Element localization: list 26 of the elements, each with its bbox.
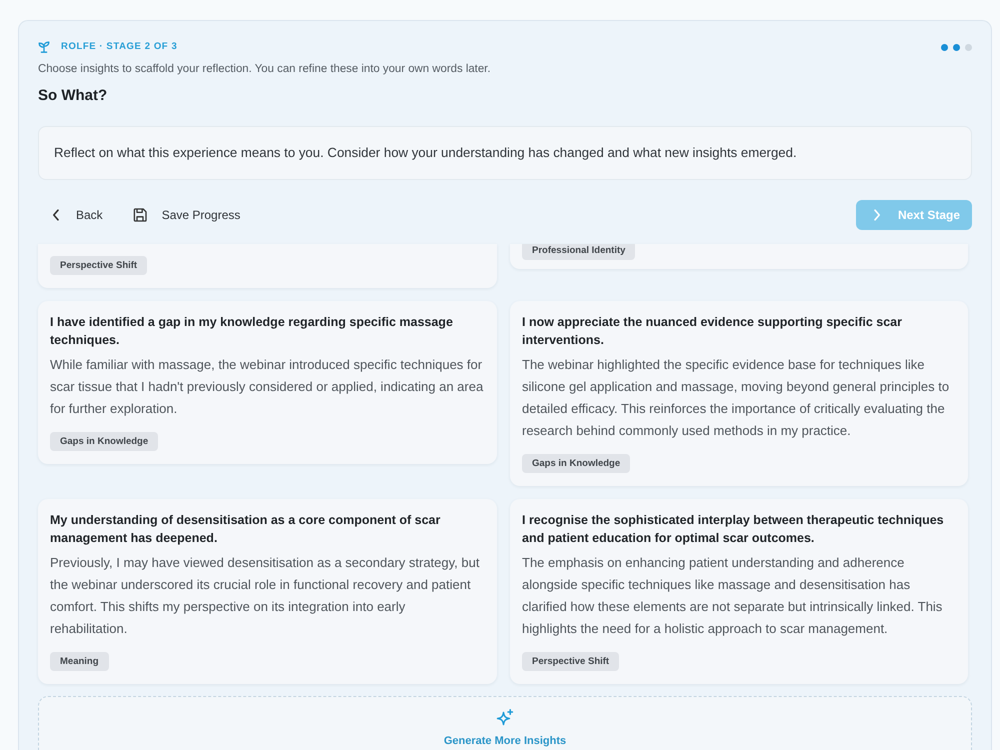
category-tag: Gaps in Knowledge	[50, 432, 158, 451]
insight-title: I recognise the sophisticated interplay between therapeutic techniques and patient education for optimal scar outcomes.	[522, 512, 945, 547]
insight-title: I have identified a gap in my knowledge regarding specific massage techniques.	[50, 314, 454, 349]
sprout-icon	[38, 41, 50, 53]
insight-card[interactable]: Perspective Shift	[38, 244, 497, 288]
insight-title: I now appreciate the nuanced evidence supporting specific scar interventions.	[522, 314, 903, 349]
chevron-left-icon	[52, 209, 60, 221]
category-tag: Perspective Shift	[50, 256, 148, 275]
insight-text: The emphasis on enhancing patient understanding and adherence alongside specific techniques like massage and desensitisation has clarified how these elements are not separate but intrinsically linked. This highlights the need for a holistic approach to scar management.	[522, 554, 944, 638]
category-tag: Professional Identity	[522, 244, 636, 260]
stage-title: So What?	[38, 86, 108, 106]
category-tag: Perspective Shift	[522, 652, 620, 671]
stage-label: ROLFE · STAGE 2 OF 3	[61, 41, 178, 53]
prompt-text: Reflect on what this experience means to you. Consider how your understanding has changed and what new insights emerged.	[54, 145, 797, 160]
sparkle-icon	[496, 709, 514, 727]
insight-text: While familiar with massage, the webinar introduced specific techniques for scar tissue that I hadn't previously considered or applied, indicating an area for further exploration.	[50, 356, 484, 418]
back-button[interactable]: Back	[38, 200, 113, 230]
insight-text: The webinar highlighted the specific evidence base for techniques like silicone gel application and massage, moving beyond general principles to detailed efficacy. This reinforces the importance of critically evaluating the research behind commonly used methods in my practice.	[522, 356, 950, 440]
chevron-right-icon	[872, 209, 881, 221]
category-tag: Meaning	[50, 652, 109, 671]
insight-text: Previously, I may have viewed desensitisation as a secondary strategy, but the webinar underscored its crucial role in functional recovery and patient comfort. This shifts my perspective on its integration into early rehabilitation.	[50, 554, 480, 638]
insight-title: My understanding of desensitisation as a core component of scar management has deepened.	[50, 512, 442, 547]
save-progress-button[interactable]: Save Progress	[112, 200, 248, 230]
insight-card[interactable]: Professional Identity	[510, 244, 968, 269]
instruction-text: Choose insights to scaffold your reflection. You can refine these into your own words later.	[38, 62, 492, 76]
category-tag: Gaps in Knowledge	[522, 454, 630, 473]
